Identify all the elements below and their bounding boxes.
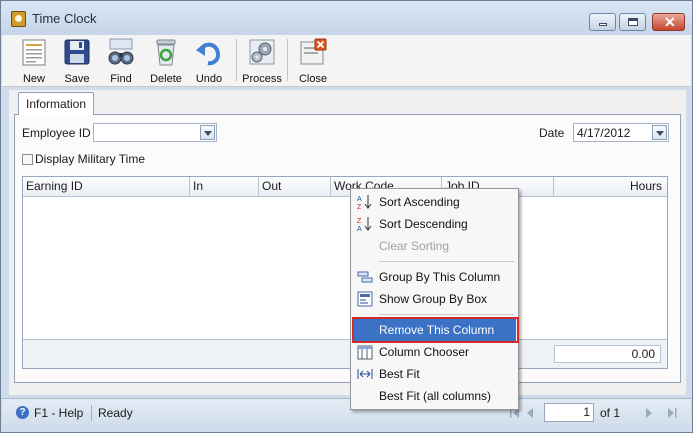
help-text[interactable]: F1 - Help	[34, 406, 83, 420]
time-clock-window: Time Clock ✕ New Save Find Delete Undo P…	[0, 0, 693, 433]
minimize-button[interactable]	[589, 13, 616, 31]
new-document-icon	[22, 39, 46, 66]
group-by-box-icon	[357, 291, 373, 307]
chevron-down-icon[interactable]	[652, 125, 667, 140]
column-chooser-icon	[357, 345, 373, 360]
menu-separator	[379, 314, 514, 315]
process-gears-icon	[249, 39, 275, 65]
page-count: of 1	[600, 406, 621, 420]
menu-item-label: Column Chooser	[379, 345, 470, 359]
undo-button[interactable]: Undo	[190, 35, 228, 87]
menu-item-best-fit-all[interactable]: Best Fit (all columns)	[353, 385, 516, 407]
process-label: Process	[242, 73, 282, 85]
employee-id-combo[interactable]	[93, 123, 217, 142]
page-number-input[interactable]: 1	[544, 403, 594, 422]
menu-item-label: Clear Sorting	[379, 239, 450, 253]
nav-next-last-icon[interactable]	[642, 406, 678, 420]
sort-ascending-icon: A Z	[357, 195, 372, 210]
find-label: Find	[110, 73, 132, 85]
help-icon[interactable]: ?	[16, 406, 29, 419]
new-label: New	[22, 73, 45, 85]
menu-item-label: Remove This Column	[379, 323, 495, 337]
military-time-checkbox[interactable]	[22, 154, 33, 165]
best-fit-icon	[357, 369, 373, 379]
toolbar: New Save Find Delete Undo Process Close	[2, 35, 691, 87]
delete-button[interactable]: Delete	[145, 35, 187, 87]
menu-item-sort-ascending[interactable]: A Z Sort Ascending	[353, 191, 516, 213]
column-header-hours[interactable]: Hours	[554, 177, 667, 197]
sort-descending-icon: Z A	[357, 217, 372, 232]
employee-id-label: Employee ID	[22, 126, 91, 140]
window-title: Time Clock	[32, 11, 97, 26]
group-by-column-icon	[357, 271, 373, 283]
minimize-icon	[599, 23, 607, 26]
title-bar[interactable]: Time Clock ✕	[1, 1, 692, 35]
menu-item-best-fit[interactable]: Best Fit	[353, 363, 516, 385]
maximize-icon	[628, 18, 638, 26]
close-form-icon	[300, 38, 327, 65]
find-button[interactable]: Find	[102, 35, 140, 87]
column-context-menu: A Z Sort Ascending Z A Sort Descending C…	[350, 188, 519, 410]
date-value: 4/17/2012	[577, 126, 631, 140]
close-button[interactable]: Close	[294, 35, 332, 87]
svg-text:A: A	[357, 226, 362, 232]
menu-item-group-by-column[interactable]: Group By This Column	[353, 266, 516, 288]
save-label: Save	[64, 73, 90, 85]
toolbar-separator	[236, 39, 237, 81]
binoculars-icon	[108, 38, 134, 65]
status-text: Ready	[98, 406, 133, 420]
menu-item-label: Sort Ascending	[379, 195, 460, 209]
chevron-down-icon[interactable]	[200, 125, 215, 140]
form-body: Information Employee ID Date 4/17/2012 D…	[9, 90, 686, 395]
save-button[interactable]: Save	[58, 35, 96, 87]
menu-item-label: Best Fit	[379, 367, 420, 381]
tab-information[interactable]: Information	[18, 92, 94, 115]
close-label: Close	[298, 73, 328, 85]
close-icon: ✕	[664, 14, 676, 30]
military-time-label: Display Military Time	[35, 152, 146, 166]
toolbar-separator	[287, 39, 288, 81]
menu-item-column-chooser[interactable]: Column Chooser	[353, 341, 516, 363]
column-header-out[interactable]: Out	[259, 177, 331, 197]
menu-item-label: Show Group By Box	[379, 292, 488, 306]
menu-item-show-group-by-box[interactable]: Show Group By Box	[353, 288, 516, 310]
svg-text:A: A	[357, 196, 362, 203]
maximize-button[interactable]	[619, 13, 646, 31]
undo-arrow-icon	[196, 42, 221, 66]
floppy-disk-icon	[64, 39, 90, 65]
clock-app-icon	[11, 11, 26, 27]
svg-text:Z: Z	[357, 218, 362, 225]
svg-text:Z: Z	[357, 204, 362, 210]
new-button[interactable]: New	[15, 35, 53, 87]
total-hours: 0.00	[554, 345, 661, 363]
delete-label: Delete	[150, 73, 182, 85]
menu-item-clear-sorting: Clear Sorting	[353, 235, 516, 257]
status-separator	[91, 405, 92, 421]
date-picker[interactable]: 4/17/2012	[573, 123, 669, 142]
time-entries-grid[interactable]: Earning ID In Out Work Code Job ID Hours…	[22, 176, 668, 369]
process-button[interactable]: Process	[240, 35, 284, 87]
grid-footer: 0.00	[23, 339, 667, 368]
undo-label: Undo	[195, 73, 223, 85]
grid-header: Earning ID In Out Work Code Job ID Hours	[23, 177, 667, 197]
menu-item-sort-descending[interactable]: Z A Sort Descending	[353, 213, 516, 235]
menu-item-label: Sort Descending	[379, 217, 468, 231]
close-window-button[interactable]: ✕	[652, 13, 685, 31]
menu-item-remove-column[interactable]: Remove This Column	[352, 317, 519, 343]
recycle-bin-icon	[156, 39, 176, 66]
date-label: Date	[539, 126, 565, 140]
status-bar: ? F1 - Help Ready 1 of 1	[2, 398, 691, 426]
column-header-earning-id[interactable]: Earning ID	[23, 177, 190, 197]
menu-separator	[379, 261, 514, 262]
menu-item-label: Group By This Column	[379, 270, 501, 284]
column-header-in[interactable]: In	[190, 177, 259, 197]
menu-item-label: Best Fit (all columns)	[379, 389, 492, 403]
